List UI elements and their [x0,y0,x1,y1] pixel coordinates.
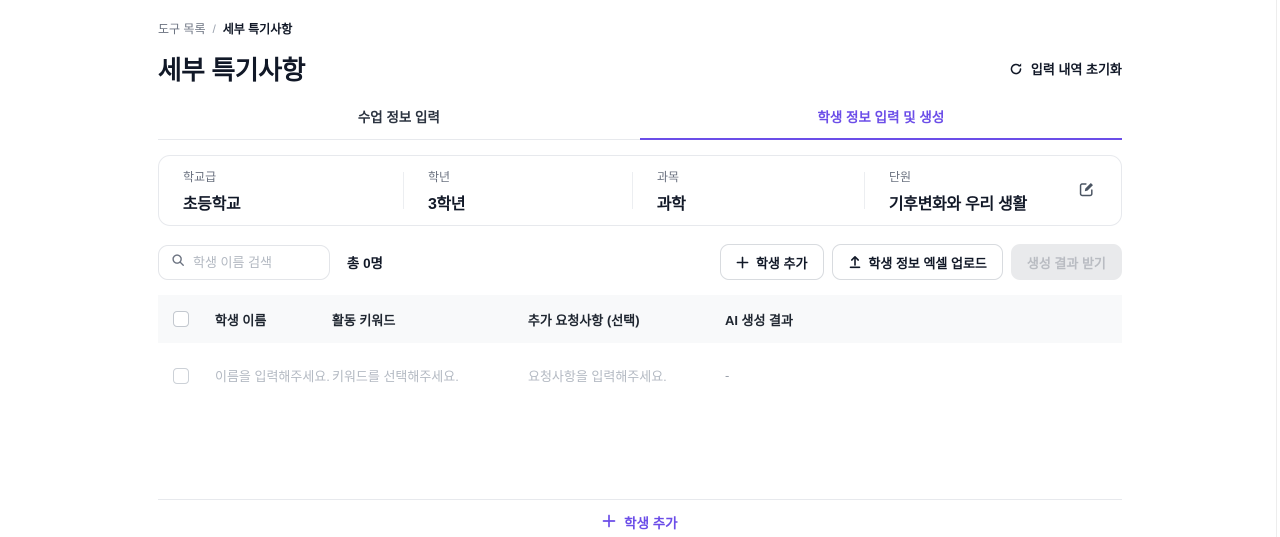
edit-class-info-button[interactable] [1076,179,1097,203]
student-table: 학생 이름 활동 키워드 추가 요청사항 (선택) AI 생성 결과 이름을 입… [158,295,1122,408]
tab-class-info[interactable]: 수업 정보 입력 [158,106,640,139]
page: 도구 목록 / 세부 특기사항 세부 특기사항 입력 내역 초기화 수업 정보 … [0,0,1280,537]
field-subject: 과목 과학 [632,170,864,213]
add-student-button-label: 학생 추가 [756,255,808,271]
get-results-button[interactable]: 생성 결과 받기 [1011,244,1122,280]
header-student-name: 학생 이름 [215,312,267,328]
field-school-level: 학교급 초등학교 [183,170,403,213]
field-school-level-value: 초등학교 [183,195,241,213]
header-ai-result: AI 생성 결과 [725,312,794,328]
extra-request-field[interactable]: 요청사항을 입력해주세요. [528,366,725,385]
field-grade: 학년 3학년 [403,170,632,213]
toolbar-right: 학생 추가 학생 정보 엑셀 업로드 생성 결과 받기 [720,244,1122,280]
edit-icon [1078,182,1095,201]
toolbar-left: 총 0명 [158,244,384,280]
row-checkbox[interactable] [173,367,189,384]
page-title: 세부 특기사항 [158,55,306,85]
activity-keyword-field[interactable]: 키워드를 선택해주세요. [332,366,528,385]
ai-result-value: - [725,368,730,383]
student-name-field[interactable]: 이름을 입력해주세요. [215,366,332,385]
upload-excel-button[interactable]: 학생 정보 엑셀 업로드 [831,244,1004,280]
title-row: 세부 특기사항 입력 내역 초기화 [158,50,1122,87]
plus-icon [602,514,616,531]
footer-add-row: 학생 추가 [158,500,1122,532]
student-search-box[interactable] [158,244,330,280]
table-row: 이름을 입력해주세요. 키워드를 선택해주세요. 요청사항을 입력해주세요. - [158,343,1122,408]
add-student-button[interactable]: 학생 추가 [720,244,824,280]
breadcrumb-current: 세부 특기사항 [222,22,293,36]
content-container: 도구 목록 / 세부 특기사항 세부 특기사항 입력 내역 초기화 수업 정보 … [158,0,1122,532]
field-unit-value: 기후변화와 우리 생활 [889,195,1028,213]
tab-bar: 수업 정보 입력 학생 정보 입력 및 생성 [158,106,1122,140]
search-icon [171,253,185,272]
row-checkbox-cell [158,367,215,384]
reset-input-button[interactable]: 입력 내역 초기화 [1009,59,1122,78]
upload-excel-button-label: 학생 정보 엑셀 업로드 [868,255,988,271]
field-school-level-label: 학교급 [183,169,217,184]
refresh-icon [1009,62,1023,76]
reset-button-label: 입력 내역 초기화 [1031,62,1122,77]
upload-icon [848,255,862,269]
field-grade-value: 3학년 [428,195,466,213]
footer-add-student-button[interactable]: 학생 추가 [602,512,678,532]
tab-student-info[interactable]: 학생 정보 입력 및 생성 [640,106,1122,140]
header-activity-keyword: 활동 키워드 [332,312,396,328]
header-checkbox-cell [158,311,215,327]
student-search-input[interactable] [193,254,317,270]
select-all-checkbox[interactable] [173,311,189,327]
footer-add-student-label: 학생 추가 [624,516,678,531]
table-header-row: 학생 이름 활동 키워드 추가 요청사항 (선택) AI 생성 결과 [158,295,1122,343]
field-grade-label: 학년 [428,169,451,184]
field-unit: 단원 기후변화와 우리 생활 [864,170,1097,213]
header-extra-request: 추가 요청사항 (선택) [528,312,640,328]
breadcrumb-tools-link[interactable]: 도구 목록 [158,20,206,37]
breadcrumb: 도구 목록 / 세부 특기사항 [158,0,1122,37]
breadcrumb-separator: / [212,21,216,36]
student-toolbar: 총 0명 학생 추가 [158,244,1122,280]
window-edge [1276,0,1277,537]
field-subject-label: 과목 [657,169,680,184]
class-info-card: 학교급 초등학교 학년 3학년 과목 과학 단원 기후변화와 우리 생활 [158,155,1122,226]
plus-icon [736,256,749,269]
field-subject-value: 과학 [657,195,686,213]
field-unit-label: 단원 [889,169,912,184]
student-total-count: 총 0명 [347,256,384,271]
